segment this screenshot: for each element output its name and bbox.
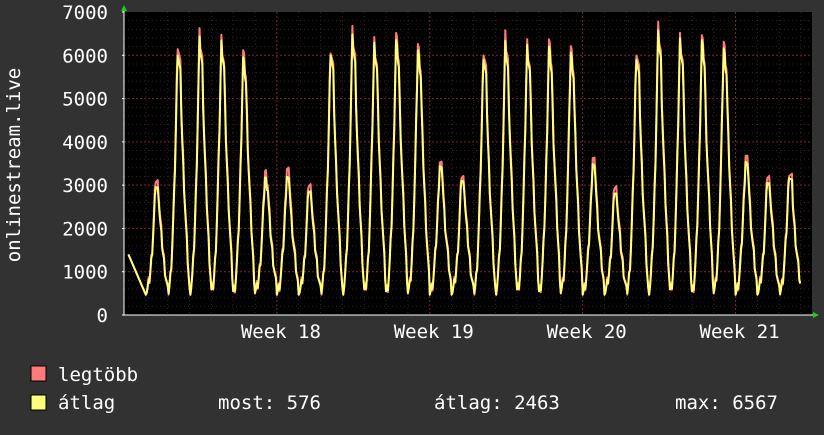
x-tick-label: Week 18 xyxy=(241,321,321,343)
legend-label-max: legtöbb xyxy=(58,364,138,386)
y-tick-label: 7000 xyxy=(62,2,108,24)
x-tick-label: Week 21 xyxy=(700,321,780,343)
y-tick-label: 4000 xyxy=(62,132,108,154)
y-tick-label: 3000 xyxy=(62,175,108,197)
legend-label-average: átlag xyxy=(58,392,115,414)
legend-swatch-max xyxy=(30,365,47,382)
y-tick-label: 1000 xyxy=(62,262,108,284)
y-tick-label: 6000 xyxy=(62,45,108,67)
x-tick-label: Week 20 xyxy=(547,321,627,343)
x-tick-label: Week 19 xyxy=(394,321,474,343)
stat-average: átlag: 2463 xyxy=(434,392,560,414)
stat-current: most: 576 xyxy=(218,392,321,414)
y-tick-label: 2000 xyxy=(62,218,108,240)
y-tick-label: 5000 xyxy=(62,89,108,111)
chart-panel: 0 1000 2000 3000 4000 5000 6000 7000 Week 18 Wee… xyxy=(0,0,824,430)
stat-max: max: 6567 xyxy=(675,392,778,414)
chart-svg: 0 1000 2000 3000 4000 5000 6000 7000 Week 18 Wee… xyxy=(0,0,824,430)
y-tick-label: 0 xyxy=(97,305,108,327)
legend-swatch-average xyxy=(30,394,47,411)
y-axis-label: onlinestream.live xyxy=(3,68,25,262)
